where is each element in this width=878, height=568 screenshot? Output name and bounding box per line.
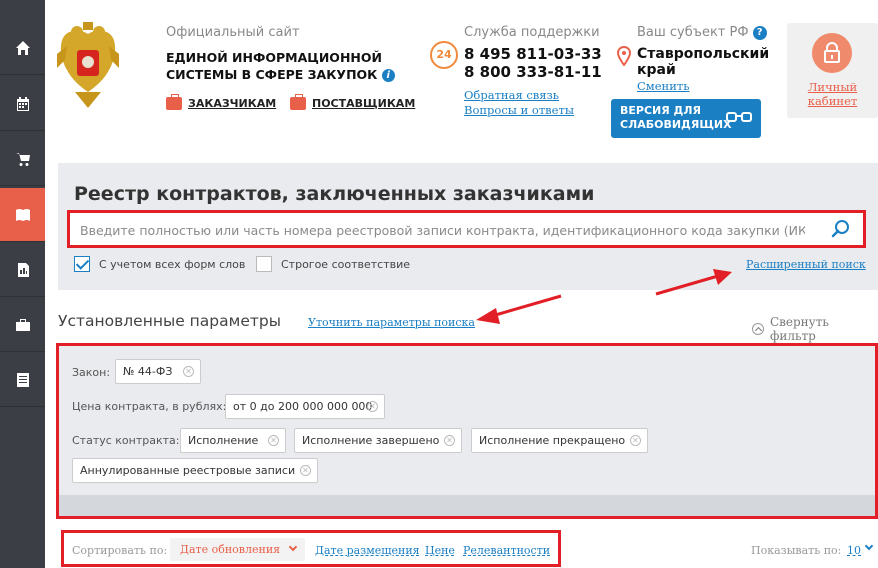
- sort-option-price[interactable]: Цене: [425, 544, 455, 557]
- personal-cabinet-button[interactable]: Личный кабинет: [787, 23, 878, 118]
- site-title-line2: СИСТЕМЫ В СФЕРЕ ЗАКУПОК: [166, 67, 378, 82]
- filter-chip-law[interactable]: № 44-ФЗ ✕: [115, 359, 201, 384]
- page-size-label: Показывать по:: [751, 544, 842, 557]
- help-icon[interactable]: ?: [752, 26, 767, 40]
- site-title[interactable]: ЕДИНОЙ ИНФОРМАЦИОННОЙ СИСТЕМЫ В СФЕРЕ ЗА…: [166, 49, 406, 83]
- page-title: Реестр контрактов, заключенных заказчика…: [74, 183, 595, 205]
- personal-cabinet-label: Личный кабинет: [787, 80, 878, 108]
- collapse-icon: [752, 323, 764, 335]
- filter-chip-status[interactable]: Исполнение прекращено ✕: [471, 428, 648, 453]
- site-title-line1: ЕДИНОЙ ИНФОРМАЦИОННОЙ: [166, 50, 382, 65]
- change-region-link[interactable]: Сменить: [637, 79, 690, 93]
- region-caption: Ваш субъект РФ ?: [637, 25, 767, 40]
- report-icon: [17, 262, 29, 277]
- book-icon: [15, 208, 30, 221]
- location-pin-icon: [617, 46, 631, 66]
- personal-cabinet-line2: кабинет: [807, 94, 858, 108]
- home-icon: [15, 40, 30, 55]
- region-name: Ставропольский край: [637, 46, 777, 78]
- remove-icon[interactable]: ✕: [630, 435, 641, 446]
- info-icon[interactable]: i: [381, 69, 395, 82]
- filter-chip-status[interactable]: Аннулированные реестровые записи ✕: [72, 458, 318, 483]
- strict-match-checkbox[interactable]: [256, 256, 272, 272]
- filter-chip-status[interactable]: Исполнение ✕: [180, 428, 286, 453]
- region-name-line1: Ставропольский: [637, 46, 770, 62]
- filter-chip-law-text: № 44-ФЗ: [123, 365, 173, 378]
- support-phone-2[interactable]: 8 800 333-81-11: [464, 63, 602, 81]
- collapse-filter-label: Свернуть фильтр: [769, 315, 829, 343]
- arrow-to-refine-link: [476, 294, 562, 324]
- all-forms-checkbox[interactable]: [74, 256, 90, 272]
- sidebar: [0, 0, 45, 568]
- params-title: Установленные параметры: [58, 312, 281, 330]
- support-phone-1[interactable]: 8 495 811-03-33: [464, 45, 602, 63]
- site-caption: Официальный сайт: [166, 25, 300, 40]
- sort-active-label: Дате обновления: [180, 543, 281, 556]
- refine-search-link[interactable]: Уточнить параметры поиска: [308, 316, 475, 329]
- customers-link-label: ЗАКАЗЧИКАМ: [188, 97, 277, 110]
- document-icon: [16, 372, 29, 387]
- feedback-link[interactable]: Обратная связь: [464, 88, 559, 102]
- chevron-down-icon[interactable]: [864, 541, 874, 551]
- low-vision-line2: СЛАБОВИДЯЩИХ: [620, 118, 732, 131]
- sidebar-item-documents[interactable]: [0, 353, 45, 407]
- calendar-icon: [16, 96, 29, 111]
- sidebar-item-contracts[interactable]: [0, 188, 45, 242]
- briefcase-icon: [15, 318, 30, 331]
- remove-icon[interactable]: ✕: [183, 366, 194, 377]
- box-icon: [290, 94, 306, 110]
- filter-chip-status-text: Аннулированные реестровые записи: [80, 464, 296, 477]
- remove-icon[interactable]: ✕: [444, 435, 455, 446]
- page-size-select[interactable]: 10: [847, 544, 861, 557]
- remove-icon[interactable]: ✕: [268, 435, 279, 446]
- search-input[interactable]: [80, 219, 805, 241]
- advanced-search-link[interactable]: Расширенный поиск: [746, 258, 866, 271]
- sort-label: Сортировать по:: [72, 544, 168, 557]
- sort-option-relevance[interactable]: Релевантности: [463, 544, 550, 557]
- support-caption: Служба поддержки: [464, 25, 600, 40]
- sidebar-item-business[interactable]: [0, 298, 45, 352]
- personal-cabinet-line1: Личный: [807, 80, 858, 94]
- sidebar-item-cart[interactable]: [0, 132, 45, 186]
- coat-of-arms-logo: [57, 22, 119, 108]
- sort-active-dropdown[interactable]: Дате обновления: [170, 538, 305, 561]
- suppliers-link-label: ПОСТАВЩИКАМ: [312, 97, 416, 110]
- filter-chip-status-text: Исполнение завершено: [302, 434, 440, 447]
- region-name-line2: край: [637, 62, 676, 78]
- customers-link[interactable]: ЗАКАЗЧИКАМ: [166, 94, 277, 110]
- briefcase-icon: [166, 94, 182, 110]
- price-label: Цена контракта, в рублях:: [72, 400, 227, 413]
- search-box: [67, 210, 866, 248]
- chevron-down-icon: [288, 542, 298, 552]
- all-forms-label: С учетом всех форм слов: [99, 258, 246, 271]
- search-icon[interactable]: [831, 219, 851, 239]
- sort-option-date-posted[interactable]: Дате размещения: [315, 544, 420, 557]
- status-label: Статус контракта:: [72, 434, 180, 447]
- faq-link[interactable]: Вопросы и ответы: [464, 103, 574, 117]
- filter-chip-price-text: от 0 до 200 000 000 000: [233, 400, 373, 413]
- remove-icon[interactable]: ✕: [300, 465, 311, 476]
- suppliers-link[interactable]: ПОСТАВЩИКАМ: [290, 94, 416, 110]
- strict-match-label: Строгое соответствие: [281, 258, 411, 271]
- collapse-filter-button[interactable]: Свернуть фильтр: [752, 315, 878, 343]
- glasses-icon: [726, 112, 752, 122]
- sidebar-item-calendar[interactable]: [0, 77, 45, 131]
- sidebar-item-reports[interactable]: [0, 243, 45, 297]
- filters-footer: [59, 495, 875, 516]
- remove-icon[interactable]: ✕: [367, 401, 378, 412]
- filter-chip-status-text: Исполнение прекращено: [479, 434, 626, 447]
- region-caption-text: Ваш субъект РФ: [637, 25, 749, 40]
- cart-icon: [15, 152, 30, 166]
- sidebar-item-home[interactable]: [0, 21, 45, 75]
- low-vision-line1: ВЕРСИЯ ДЛЯ: [620, 104, 701, 117]
- support-24-icon: 24: [430, 41, 458, 69]
- law-label: Закон:: [72, 366, 111, 379]
- filter-chip-status[interactable]: Исполнение завершено ✕: [294, 428, 462, 453]
- low-vision-button[interactable]: ВЕРСИЯ ДЛЯ СЛАБОВИДЯЩИХ: [611, 99, 761, 138]
- filter-chip-status-text: Исполнение: [188, 434, 259, 447]
- filter-chip-price[interactable]: от 0 до 200 000 000 000 ✕: [225, 394, 385, 419]
- lock-icon: [812, 33, 852, 73]
